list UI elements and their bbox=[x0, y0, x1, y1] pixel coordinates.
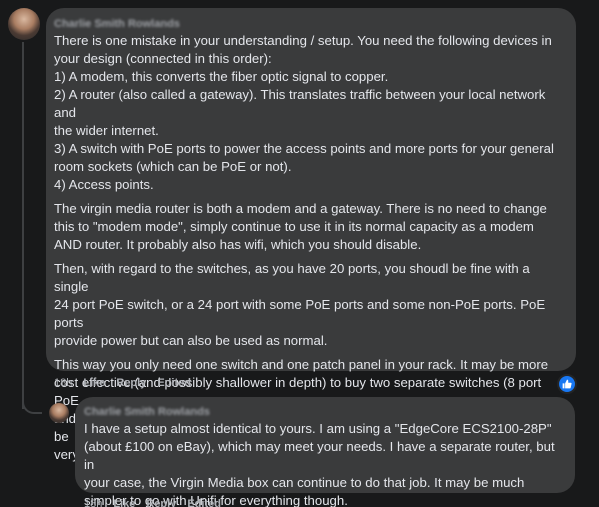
reply-avatar[interactable] bbox=[49, 403, 69, 423]
avatar[interactable] bbox=[8, 8, 40, 40]
reply-reply-button[interactable]: Reply bbox=[146, 498, 176, 507]
reply-paragraph: I have a setup almost identical to yours… bbox=[84, 421, 555, 507]
main-comment-bubble: Charlie Smith Rowlands There is one mist… bbox=[46, 8, 576, 462]
comment-paragraph: The virgin media router is both a modem … bbox=[54, 201, 547, 252]
reply-comment-actions: 18h Like Reply Edited bbox=[84, 498, 221, 507]
thread-connector-line bbox=[22, 42, 24, 409]
thumbs-up-icon bbox=[562, 379, 572, 389]
comment-author-name[interactable]: Charlie Smith Rowlands bbox=[54, 18, 180, 31]
comment-paragraph: Then, with regard to the switches, as yo… bbox=[54, 261, 546, 348]
reply-like-button[interactable]: Like bbox=[113, 498, 135, 507]
comment-timestamp[interactable]: 18h bbox=[54, 377, 72, 389]
edited-label[interactable]: Edited bbox=[157, 377, 191, 389]
reply-edited-label[interactable]: Edited bbox=[187, 498, 221, 507]
reply-button[interactable]: Reply bbox=[116, 377, 146, 389]
like-button[interactable]: Like bbox=[83, 377, 105, 389]
like-reaction-icon[interactable] bbox=[557, 374, 577, 394]
thread-connector-curve bbox=[22, 396, 42, 414]
reply-comment-bubble: Charlie Smith Rowlands I have a setup al… bbox=[75, 397, 575, 507]
reply-author-name[interactable]: Charlie Smith Rowlands bbox=[84, 406, 210, 419]
main-comment-actions: 18h Like Reply Edited bbox=[54, 377, 191, 389]
comment-thread: Charlie Smith Rowlands There is one mist… bbox=[0, 0, 599, 507]
comment-paragraph: There is one mistake in your understandi… bbox=[54, 33, 554, 192]
reply-timestamp[interactable]: 18h bbox=[84, 498, 102, 507]
